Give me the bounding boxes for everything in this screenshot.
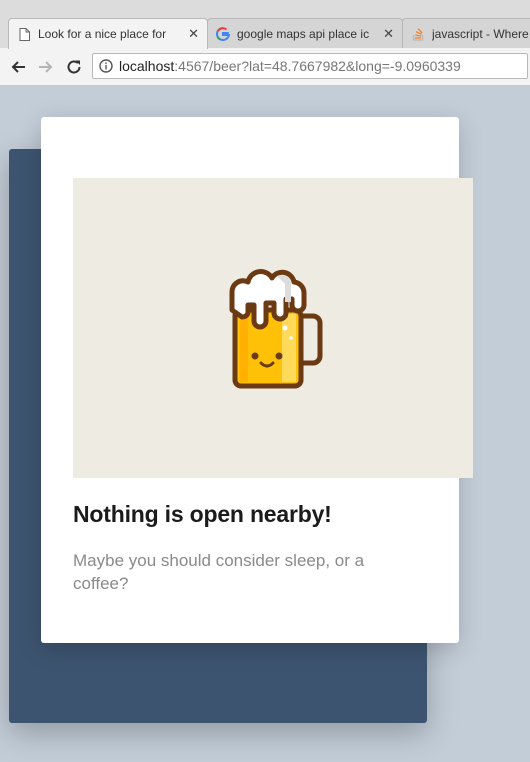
message-card: Nothing is open nearby! Maybe you should… bbox=[41, 117, 473, 643]
tab-google[interactable]: google maps api place ic ✕ bbox=[207, 18, 403, 48]
url-host: localhost bbox=[119, 58, 175, 74]
close-tab-icon[interactable]: ✕ bbox=[188, 26, 199, 42]
back-button[interactable] bbox=[8, 57, 28, 77]
back-arrow-icon bbox=[11, 61, 25, 73]
address-bar[interactable]: localhost:4567/beer?lat=48.7667982&long=… bbox=[92, 53, 528, 79]
reload-button[interactable] bbox=[64, 57, 84, 77]
browser-toolbar: localhost:4567/beer?lat=48.7667982&long=… bbox=[0, 48, 530, 86]
message-subtitle: Maybe you should consider sleep, or a co… bbox=[73, 551, 365, 593]
forward-button[interactable] bbox=[36, 57, 56, 77]
tab-label: javascript - Where bbox=[432, 26, 529, 41]
message-title: Nothing is open nearby! bbox=[73, 501, 332, 527]
reload-icon bbox=[67, 60, 81, 74]
forward-arrow-icon bbox=[39, 61, 53, 73]
beer-mug-icon bbox=[229, 269, 323, 389]
tab-label: Look for a nice place for bbox=[38, 27, 167, 41]
tab-stackoverflow[interactable]: javascript - Where bbox=[402, 18, 530, 48]
info-icon[interactable] bbox=[99, 59, 113, 73]
tab-label: google maps api place ic bbox=[237, 26, 370, 41]
tab-bar: Look for a nice place for ✕ google maps … bbox=[0, 0, 530, 49]
stackoverflow-icon bbox=[411, 27, 425, 41]
url-path: :4567/beer?lat=48.7667982&long=-9.096033… bbox=[174, 58, 461, 74]
close-tab-icon[interactable]: ✕ bbox=[383, 26, 394, 42]
page-icon bbox=[17, 27, 31, 41]
page-viewport: Nothing is open nearby! Maybe you should… bbox=[0, 86, 530, 762]
tab-active[interactable]: Look for a nice place for ✕ bbox=[8, 18, 208, 49]
hero-illustration bbox=[73, 178, 473, 478]
google-icon bbox=[216, 26, 230, 41]
